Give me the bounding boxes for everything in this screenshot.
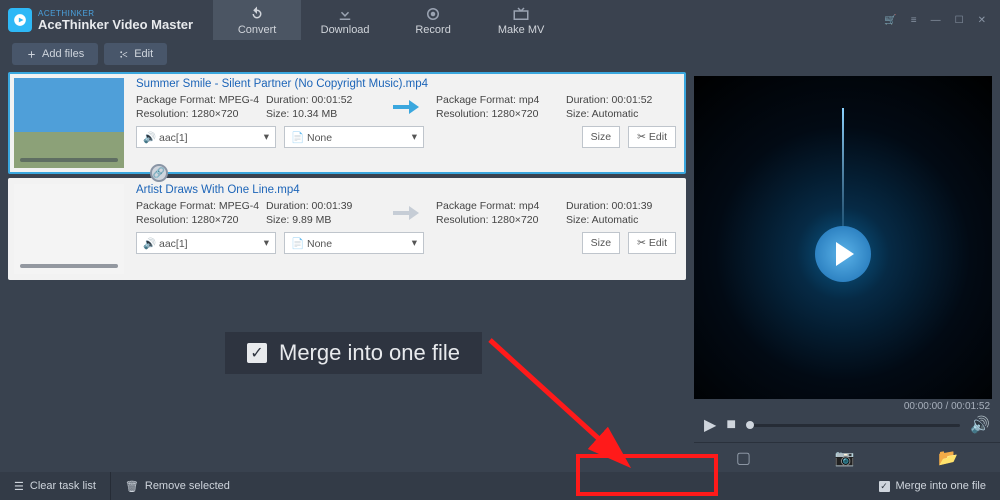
subtitle-select[interactable]: 📄 None▾ <box>284 126 424 148</box>
record-icon <box>424 5 442 23</box>
src-dur: Duration: 00:01:39 <box>266 200 376 212</box>
src-dur: Duration: 00:01:52 <box>266 94 376 106</box>
file-details: Summer Smile - Silent Partner (No Copyri… <box>128 74 684 172</box>
dst-format: Package Format: mp4 <box>436 200 566 212</box>
volume-icon[interactable]: 🔊 <box>970 415 990 435</box>
row-edit-button[interactable]: ✂ Edit <box>628 126 676 148</box>
arrow-icon <box>376 204 436 222</box>
chevron-down-icon: ▾ <box>264 131 269 143</box>
add-files-button[interactable]: Add files <box>12 43 98 65</box>
src-res: Resolution: 1280×720 <box>136 108 266 120</box>
file-card[interactable]: Artist Draws With One Line.mp4 Package F… <box>8 178 686 280</box>
stop-button[interactable]: ■ <box>726 416 736 434</box>
chevron-down-icon: ▾ <box>412 131 417 143</box>
thumbnail <box>14 184 124 274</box>
play-button[interactable]: ▶ <box>704 415 716 435</box>
audio-select[interactable]: 🔊 aac[1]▾ <box>136 232 276 254</box>
check-icon: ✓ <box>879 481 890 492</box>
edit-button[interactable]: Edit <box>104 43 167 65</box>
crop-icon[interactable]: ▢ <box>736 448 751 468</box>
cart-icon[interactable]: 🛒 <box>884 15 896 26</box>
scissors-icon <box>118 49 129 60</box>
main-nav: Convert Download Record Make MV <box>213 0 565 40</box>
audio-select[interactable]: 🔊 aac[1]▾ <box>136 126 276 148</box>
minimize-icon[interactable]: — <box>931 15 941 26</box>
nav-record[interactable]: Record <box>389 0 477 40</box>
thumbnail <box>14 78 124 168</box>
maximize-icon[interactable]: ☐ <box>955 15 964 26</box>
link-icon: 🔗 <box>150 164 168 182</box>
tv-icon <box>512 5 530 23</box>
trash-icon: 🗑 <box>125 480 139 493</box>
close-icon[interactable]: ✕ <box>978 15 986 26</box>
preview-toolbar: ▢ 📷 📂 <box>694 442 1000 472</box>
chevron-down-icon: ▾ <box>412 237 417 249</box>
action-toolbar: Add files Edit <box>0 40 1000 68</box>
file-name: Summer Smile - Silent Partner (No Copyri… <box>136 78 676 90</box>
plus-icon <box>26 49 37 60</box>
menu-icon[interactable]: ≡ <box>911 15 917 26</box>
folder-icon[interactable]: 📂 <box>938 448 958 468</box>
remove-selected-button[interactable]: 🗑 Remove selected <box>111 480 244 493</box>
download-icon <box>336 5 354 23</box>
play-icon <box>815 226 871 282</box>
annotation-callout: ✓ Merge into one file <box>225 332 482 374</box>
preview-canvas[interactable] <box>694 76 992 399</box>
status-bar: ☰ Clear task list 🗑 Remove selected ✓ Me… <box>0 472 1000 500</box>
preview-pane: 00:00:00 / 00:01:52 ▶ ■ 🔊 ▢ 📷 📂 <box>694 68 1000 472</box>
size-button[interactable]: Size <box>582 126 620 148</box>
merge-checkbox[interactable]: ✓ Merge into one file <box>865 472 1000 500</box>
check-icon: ✓ <box>247 343 267 363</box>
src-size: Size: 9.89 MB <box>266 214 376 226</box>
src-format: Package Format: MPEG-4 <box>136 200 266 212</box>
snapshot-icon[interactable]: 📷 <box>835 448 855 468</box>
src-res: Resolution: 1280×720 <box>136 214 266 226</box>
src-format: Package Format: MPEG-4 <box>136 94 266 106</box>
nav-convert[interactable]: Convert <box>213 0 301 40</box>
dst-size: Size: Automatic <box>566 108 676 120</box>
nav-makemv[interactable]: Make MV <box>477 0 565 40</box>
playback-controls: ▶ ■ 🔊 <box>694 412 1000 438</box>
dst-res: Resolution: 1280×720 <box>436 214 566 226</box>
dst-res: Resolution: 1280×720 <box>436 108 566 120</box>
dst-format: Package Format: mp4 <box>436 94 566 106</box>
row-edit-button[interactable]: ✂ Edit <box>628 232 676 254</box>
dst-dur: Duration: 00:01:39 <box>566 200 676 212</box>
progress-slider[interactable] <box>746 424 960 427</box>
task-list: Summer Smile - Silent Partner (No Copyri… <box>0 68 694 472</box>
size-button[interactable]: Size <box>582 232 620 254</box>
dst-size: Size: Automatic <box>566 214 676 226</box>
playback-time: 00:00:00 / 00:01:52 <box>694 399 1000 412</box>
list-icon: ☰ <box>14 480 24 493</box>
arrow-icon <box>376 98 436 116</box>
file-details: Artist Draws With One Line.mp4 Package F… <box>128 180 684 278</box>
dst-dur: Duration: 00:01:52 <box>566 94 676 106</box>
app-logo <box>8 8 32 32</box>
chevron-down-icon: ▾ <box>264 237 269 249</box>
window-controls: 🛒 ≡ — ☐ ✕ <box>884 15 1000 26</box>
title-bar: ACETHINKER AceThinker Video Master Conve… <box>0 0 1000 40</box>
nav-download[interactable]: Download <box>301 0 389 40</box>
file-card[interactable]: Summer Smile - Silent Partner (No Copyri… <box>8 72 686 174</box>
file-name: Artist Draws With One Line.mp4 <box>136 184 676 196</box>
brand-title: AceThinker Video Master <box>38 18 193 31</box>
subtitle-select[interactable]: 📄 None▾ <box>284 232 424 254</box>
refresh-icon <box>248 5 266 23</box>
src-size: Size: 10.34 MB <box>266 108 376 120</box>
clear-list-button[interactable]: ☰ Clear task list <box>0 472 111 500</box>
brand: ACETHINKER AceThinker Video Master <box>38 10 193 31</box>
main-split: Summer Smile - Silent Partner (No Copyri… <box>0 68 1000 472</box>
